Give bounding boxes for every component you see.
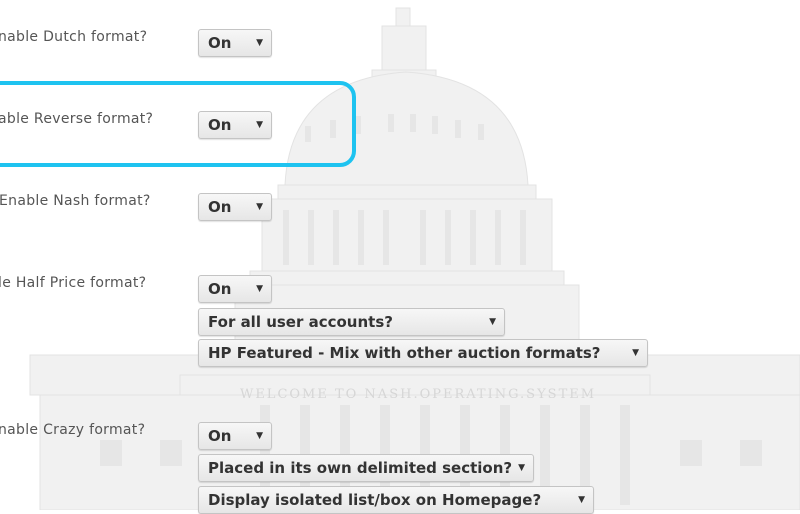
half-price-featured-select[interactable]: HP Featured - Mix with other auction for… [198, 339, 648, 367]
half-price-scope-select[interactable]: For all user accounts? ▼ [198, 308, 505, 336]
caret-down-icon: ▼ [518, 463, 525, 473]
crazy-placement-select[interactable]: Placed in its own delimited section? ▼ [198, 454, 534, 482]
crazy-format-label: nable Crazy format? [0, 422, 146, 438]
crazy-format-value: On [208, 427, 232, 445]
half-price-format-label: le Half Price format? [0, 275, 147, 291]
half-price-featured-value: HP Featured - Mix with other auction for… [208, 344, 601, 362]
caret-down-icon: ▼ [256, 284, 263, 294]
crazy-placement-value: Placed in its own delimited section? [208, 459, 513, 477]
background-banner-text: WELCOME TO NASH.OPERATING.SYSTEM [240, 387, 596, 402]
nash-format-value: On [208, 198, 232, 216]
caret-down-icon: ▼ [632, 348, 639, 358]
caret-down-icon: ▼ [256, 38, 263, 48]
crazy-display-value: Display isolated list/box on Homepage? [208, 491, 542, 509]
dutch-format-value: On [208, 34, 232, 52]
caret-down-icon: ▼ [578, 495, 585, 505]
half-price-format-select[interactable]: On ▼ [198, 275, 272, 303]
dutch-format-select[interactable]: On ▼ [198, 29, 272, 57]
nash-format-select[interactable]: On ▼ [198, 193, 272, 221]
dutch-format-label: nable Dutch format? [0, 29, 148, 45]
caret-down-icon: ▼ [256, 202, 263, 212]
half-price-scope-value: For all user accounts? [208, 313, 393, 331]
caret-down-icon: ▼ [256, 431, 263, 441]
half-price-format-value: On [208, 280, 232, 298]
reverse-format-highlight [0, 81, 356, 167]
crazy-format-select[interactable]: On ▼ [198, 422, 272, 450]
nash-format-label: Enable Nash format? [0, 193, 151, 209]
caret-down-icon: ▼ [489, 317, 496, 327]
